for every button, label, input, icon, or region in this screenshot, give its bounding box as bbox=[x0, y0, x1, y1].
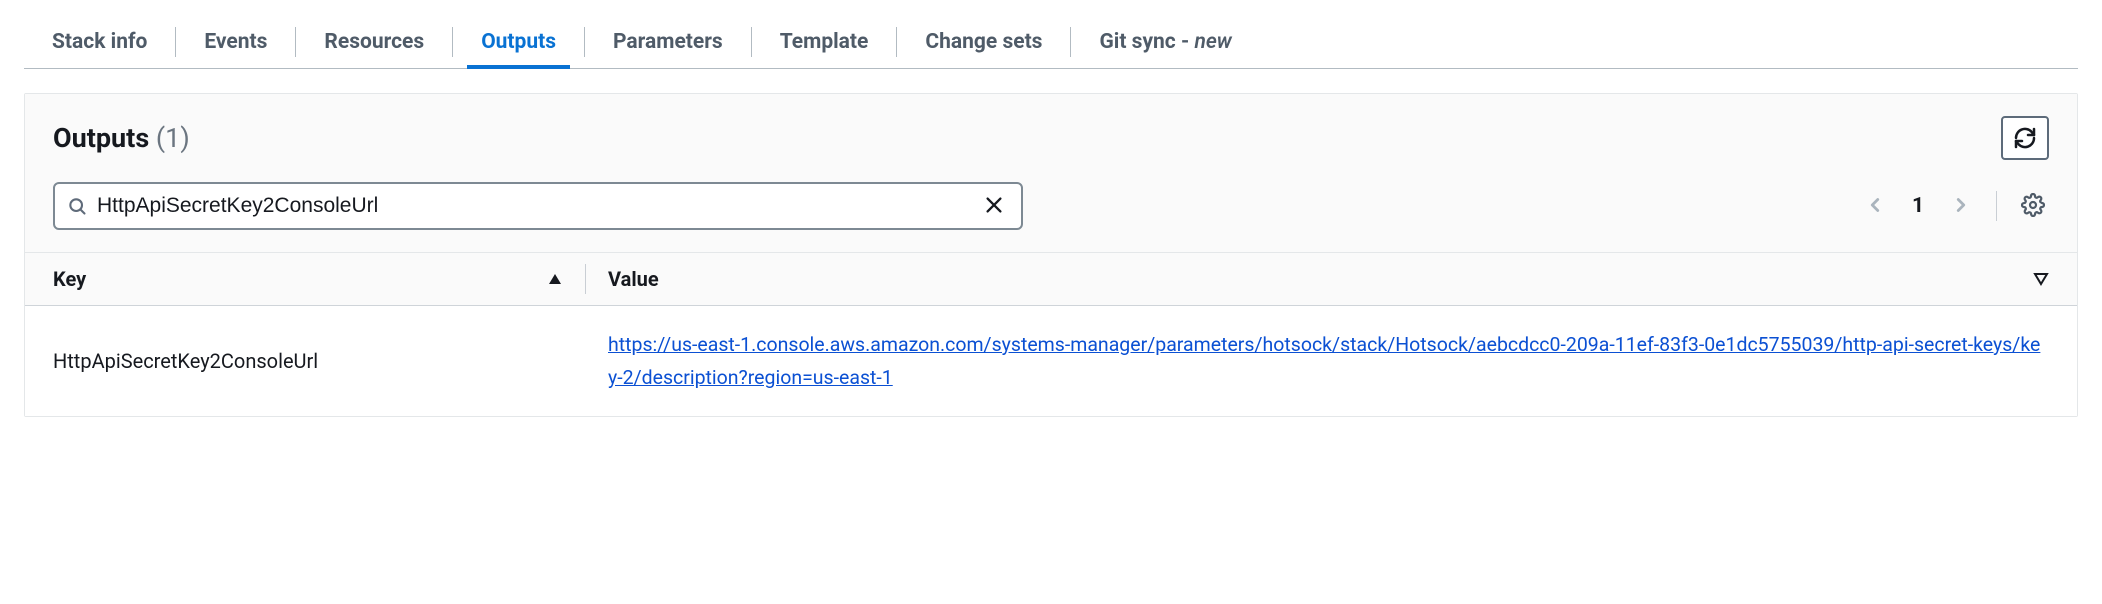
search-icon bbox=[67, 196, 87, 216]
tab-resources[interactable]: Resources bbox=[296, 16, 452, 68]
output-key-cell: HttpApiSecretKey2ConsoleUrl bbox=[53, 349, 563, 373]
next-page-button[interactable] bbox=[1946, 190, 1976, 223]
tab-events[interactable]: Events bbox=[176, 16, 295, 68]
tab-change-sets[interactable]: Change sets bbox=[897, 16, 1070, 68]
pagination: 1 bbox=[1860, 190, 1976, 223]
column-header-key[interactable]: Key bbox=[53, 267, 563, 291]
tab-stack-info[interactable]: Stack info bbox=[24, 16, 175, 68]
tab-parameters[interactable]: Parameters bbox=[585, 16, 751, 68]
column-divider bbox=[585, 264, 586, 294]
sort-asc-icon bbox=[547, 272, 563, 286]
table-row: HttpApiSecretKey2ConsoleUrl https://us-e… bbox=[25, 306, 2077, 416]
refresh-icon bbox=[2013, 126, 2037, 150]
tab-outputs[interactable]: Outputs bbox=[453, 16, 584, 68]
output-value-link[interactable]: https://us-east-1.console.aws.amazon.com… bbox=[608, 333, 2040, 389]
chevron-left-icon bbox=[1864, 194, 1886, 216]
chevron-right-icon bbox=[1950, 194, 1972, 216]
panel-title: Outputs (1) bbox=[53, 122, 190, 154]
search-row: 1 bbox=[53, 182, 2049, 230]
output-value-cell: https://us-east-1.console.aws.amazon.com… bbox=[608, 328, 2049, 394]
column-header-value[interactable]: Value bbox=[608, 267, 2049, 291]
search-input[interactable] bbox=[97, 194, 979, 218]
outputs-panel: Outputs (1) bbox=[24, 93, 2078, 417]
table-settings-button[interactable] bbox=[2017, 189, 2049, 224]
tab-template[interactable]: Template bbox=[752, 16, 897, 68]
close-icon bbox=[983, 194, 1005, 216]
current-page: 1 bbox=[1912, 194, 1924, 218]
prev-page-button[interactable] bbox=[1860, 190, 1890, 223]
pagination-area: 1 bbox=[1860, 189, 2049, 224]
refresh-button[interactable] bbox=[2001, 116, 2049, 160]
search-box bbox=[53, 182, 1023, 230]
tab-git-sync[interactable]: Git sync - new bbox=[1071, 16, 1259, 68]
clear-search-button[interactable] bbox=[979, 190, 1009, 223]
table-header: Key Value bbox=[25, 252, 2077, 306]
sort-desc-icon bbox=[2033, 272, 2049, 286]
panel-header: Outputs (1) bbox=[25, 94, 2077, 252]
tabs-nav: Stack info Events Resources Outputs Para… bbox=[24, 16, 2078, 69]
panel-title-row: Outputs (1) bbox=[53, 116, 2049, 160]
pager-separator bbox=[1996, 191, 1997, 221]
gear-icon bbox=[2021, 193, 2045, 217]
